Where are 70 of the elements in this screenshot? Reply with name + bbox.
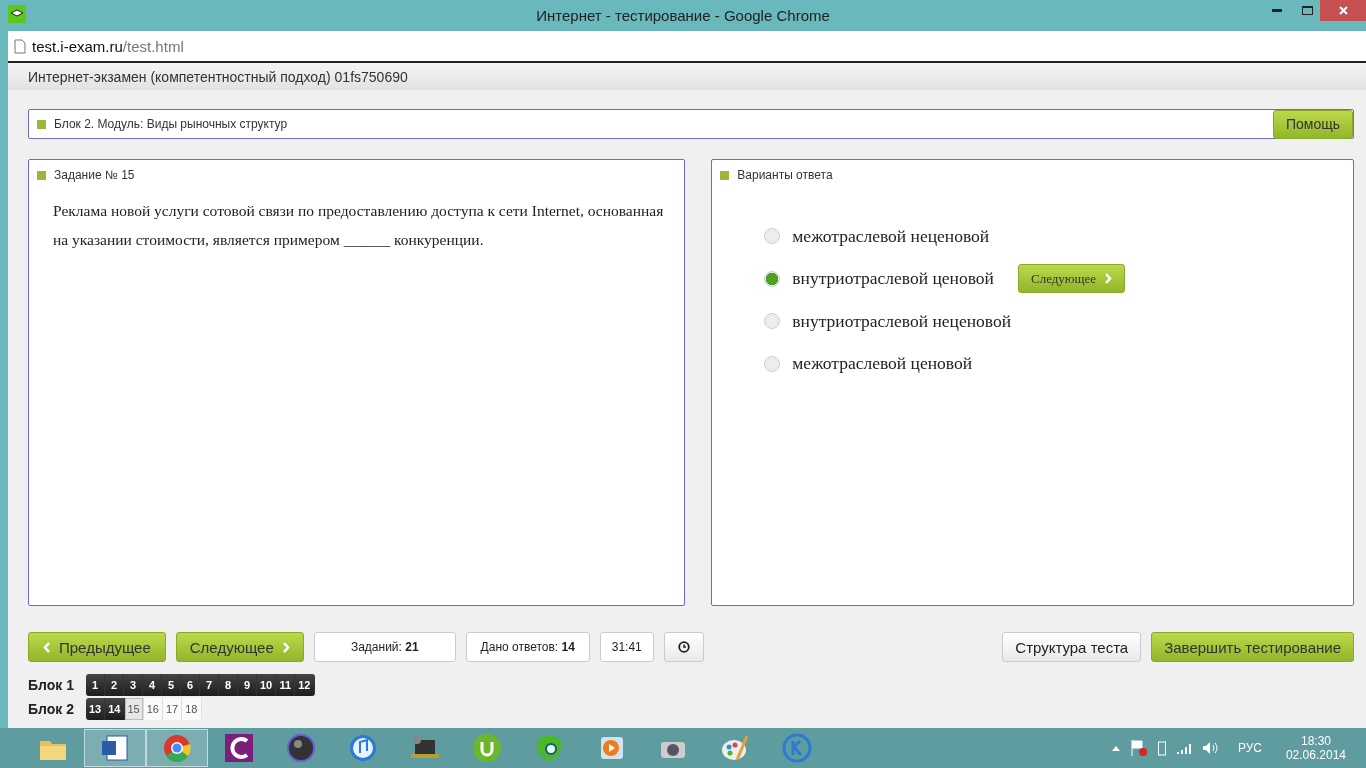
question-number[interactable]: 3 — [124, 673, 143, 696]
question-number[interactable]: 5 — [162, 673, 181, 696]
minimize-icon — [1272, 9, 1282, 12]
address-field[interactable]: test.i-exam.ru/test.html — [32, 37, 184, 55]
question-number[interactable]: 1 — [86, 673, 105, 696]
question-number[interactable]: 12 — [295, 673, 315, 696]
question-number[interactable]: 11 — [276, 673, 296, 696]
browser-icon — [161, 732, 193, 764]
question-number[interactable]: 4 — [143, 673, 162, 696]
block-label: Блок 1 — [28, 676, 75, 693]
option-label[interactable]: межотраслевой неценовой — [792, 225, 990, 247]
chevron-right-icon — [1104, 273, 1113, 285]
clock-icon — [677, 641, 690, 653]
magnet-icon — [471, 732, 503, 764]
chevron-left-icon — [43, 641, 51, 653]
question-number[interactable]: 6 — [181, 673, 200, 696]
next-button[interactable]: Следующее — [1017, 264, 1126, 294]
flag-icon — [1129, 739, 1148, 757]
window-title: Интернет - тестирование - Google Chrome — [535, 7, 831, 24]
question-number[interactable]: 7 — [200, 673, 219, 696]
question-number[interactable]: 9 — [238, 673, 257, 696]
radio-button[interactable] — [764, 270, 781, 287]
question-number[interactable]: 15 — [124, 697, 144, 720]
block-label: Блок 2 — [28, 700, 75, 717]
speaker-icon — [1201, 741, 1218, 755]
page-header: Интернет-экзамен (компетентностный подход) 01fs750690 — [28, 68, 408, 85]
option-label[interactable]: межотраслевой ценовой — [792, 353, 973, 375]
square-icon — [37, 119, 46, 129]
question-number[interactable]: 8 — [219, 673, 238, 696]
caret-up-icon — [1111, 745, 1120, 751]
maximize-icon — [1301, 6, 1313, 15]
close-icon — [1338, 6, 1348, 15]
ring-icon — [781, 732, 813, 764]
option-label[interactable]: внутриотраслевой ценовой — [792, 268, 994, 290]
next-button[interactable]: Следующее — [175, 632, 304, 662]
battery-icon — [1157, 740, 1166, 756]
chevron-right-icon — [281, 641, 290, 653]
question-number[interactable]: 14 — [105, 697, 125, 720]
timer: 31:41 — [599, 632, 654, 662]
question-number[interactable]: 13 — [86, 697, 106, 720]
question-number[interactable]: 16 — [143, 697, 163, 720]
question-number[interactable]: 17 — [163, 697, 183, 720]
dial-icon — [285, 732, 317, 764]
question-number[interactable]: 10 — [257, 673, 277, 696]
task-title: Задание № 15 — [54, 168, 135, 182]
question-number[interactable]: 2 — [105, 673, 124, 696]
tasks-count: Заданий: 21 — [313, 632, 456, 662]
taskbar-app[interactable] — [84, 729, 146, 767]
page-icon — [14, 38, 26, 54]
question-number[interactable]: 18 — [182, 697, 202, 720]
module-title: Блок 2. Модуль: Виды рыночных структур — [54, 117, 288, 131]
radio-button[interactable] — [764, 228, 781, 245]
clock-button[interactable] — [663, 632, 704, 662]
answers-title: Варианты ответа — [737, 168, 833, 182]
square-icon — [720, 170, 730, 180]
help-button[interactable]: Помощь — [1272, 109, 1353, 139]
radio-button[interactable] — [764, 355, 781, 372]
radio-button[interactable] — [764, 313, 781, 330]
signal-icon — [1175, 742, 1192, 754]
question-text: Реклама новой услуги сотовой связи по предоставлению доступа к сети Internet, основанная на указании стоимости, является примером ______ конкуренции. — [53, 201, 665, 250]
document-icon — [99, 732, 131, 764]
letter-tile-icon — [223, 732, 255, 764]
answered-count: Дано ответов: 14 — [465, 632, 590, 662]
finish-button[interactable]: Завершить тестирование — [1151, 632, 1354, 662]
previous-button[interactable]: Предыдущее — [28, 632, 166, 662]
option-label[interactable]: внутриотраслевой неценовой — [792, 310, 1012, 332]
close-button[interactable] — [1320, 0, 1366, 21]
app-logo-icon — [8, 4, 26, 23]
test-structure-button[interactable]: Структура теста — [1002, 632, 1142, 662]
square-icon — [37, 170, 46, 180]
